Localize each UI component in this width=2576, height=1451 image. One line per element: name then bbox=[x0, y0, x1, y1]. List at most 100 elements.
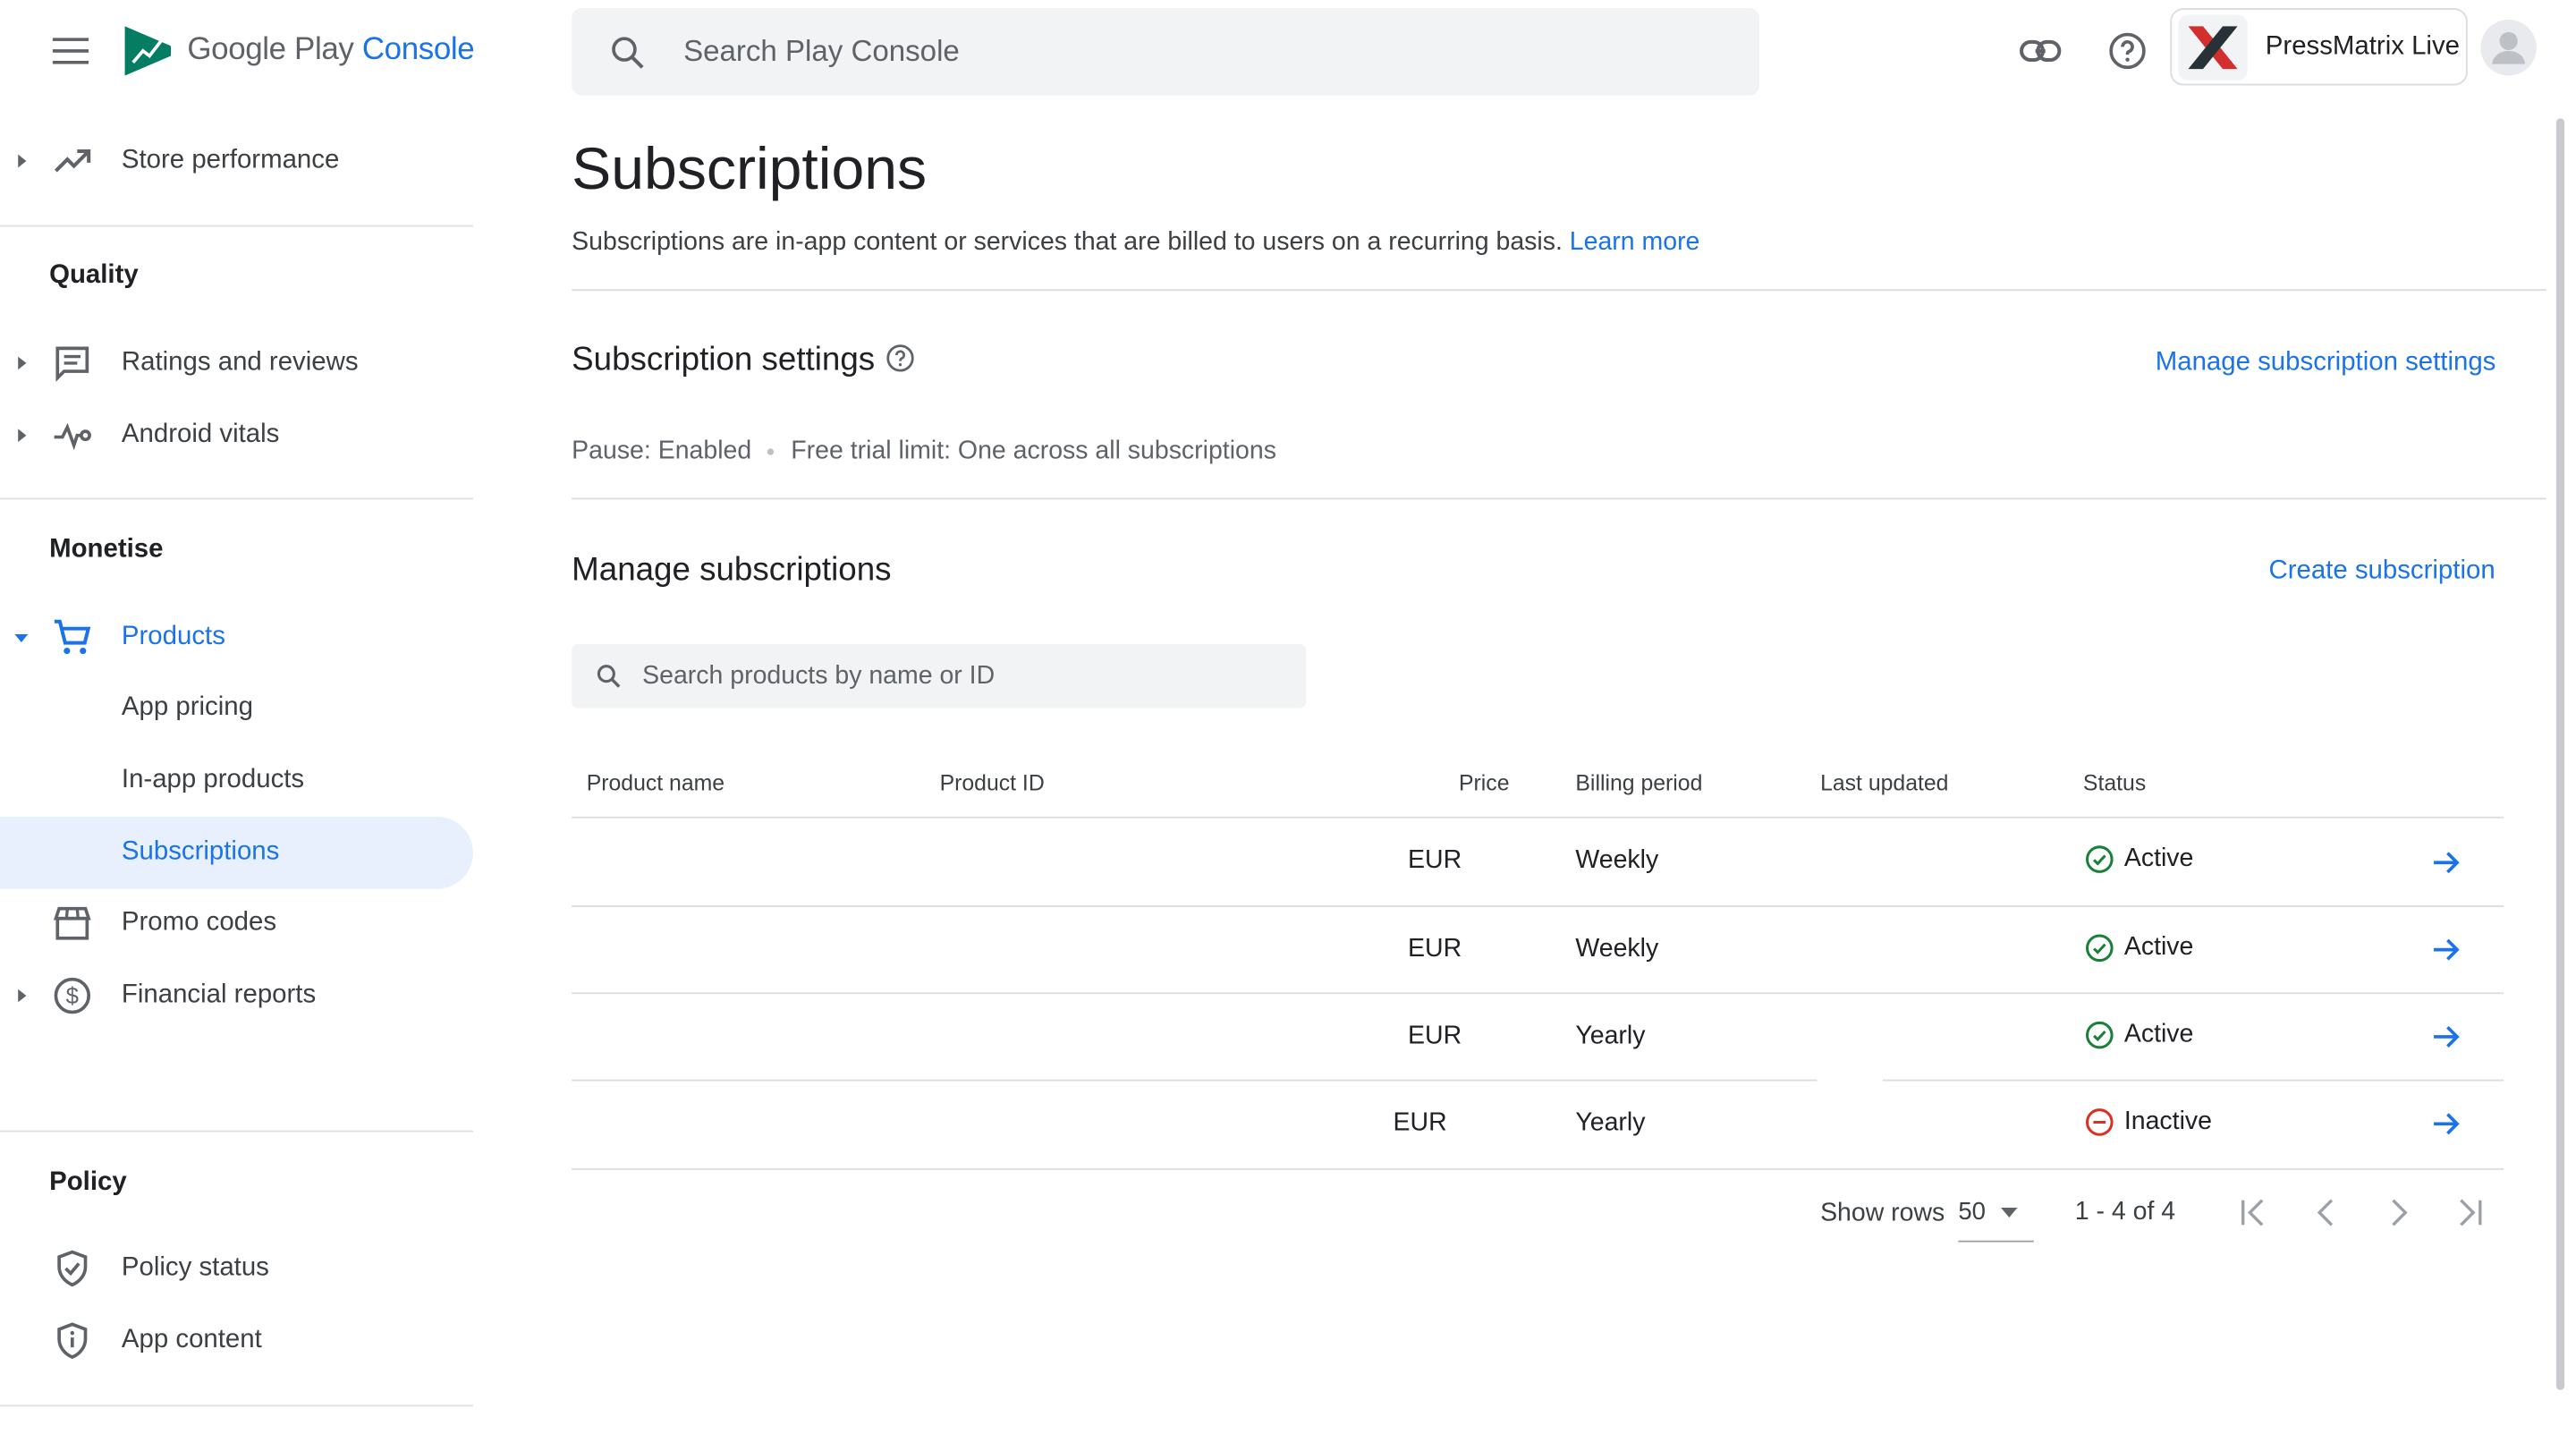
sidebar-item-android-vitals[interactable]: Android vitals bbox=[0, 399, 473, 471]
row-divider bbox=[1882, 1079, 2504, 1082]
previous-page-button[interactable] bbox=[2307, 1192, 2346, 1232]
search-icon bbox=[597, 665, 621, 688]
chevron-right-icon bbox=[2392, 1199, 2408, 1226]
dot-separator bbox=[767, 448, 775, 455]
main-menu-button[interactable] bbox=[49, 30, 92, 72]
status-label: Active bbox=[2123, 933, 2194, 962]
dollar-circle-icon: $ bbox=[51, 974, 94, 1017]
expand-right-icon bbox=[18, 154, 27, 168]
sidebar-item-policy-status[interactable]: Policy status bbox=[0, 1233, 473, 1305]
learn-more-link[interactable]: Learn more bbox=[1570, 228, 1700, 256]
cell-price: EUR bbox=[1408, 1022, 1462, 1050]
page-description: Subscriptions are in-app content or serv… bbox=[572, 228, 1699, 258]
sidebar-divider bbox=[0, 497, 473, 500]
console-search-input[interactable]: Search Play Console bbox=[572, 8, 1760, 96]
expand-right-icon bbox=[18, 356, 27, 370]
check-circle-icon bbox=[2086, 1021, 2114, 1049]
sidebar-item-label: Subscriptions bbox=[121, 837, 280, 866]
cell-billing-period: Yearly bbox=[1575, 1022, 1646, 1050]
account-name: PressMatrix Live bbox=[2265, 31, 2460, 61]
row-divider bbox=[572, 1079, 1818, 1082]
next-page-button[interactable] bbox=[2379, 1192, 2419, 1232]
account-switcher[interactable]: PressMatrix Live bbox=[2170, 8, 2468, 86]
open-row-button[interactable] bbox=[2428, 1019, 2464, 1055]
sidebar-item-label: Store performance bbox=[121, 146, 340, 174]
cell-price: EUR bbox=[1408, 935, 1462, 963]
table-header-divider bbox=[572, 816, 2504, 819]
column-header-status[interactable]: Status bbox=[2083, 770, 2146, 795]
product-search-input[interactable]: Search products by name or ID bbox=[572, 643, 1307, 709]
manage-subscriptions-heading: Manage subscriptions bbox=[572, 552, 892, 589]
pressmatrix-logo bbox=[2178, 13, 2248, 81]
link-button[interactable] bbox=[2017, 28, 2063, 73]
page-scrollbar[interactable] bbox=[2555, 118, 2565, 1390]
free-trial-setting: Free trial limit: One across all subscri… bbox=[791, 437, 1276, 465]
logo-console-word: Console bbox=[361, 32, 475, 68]
trending-up-icon bbox=[51, 140, 94, 182]
column-header-product-id[interactable]: Product ID bbox=[940, 770, 1045, 795]
expand-right-icon bbox=[18, 429, 27, 443]
search-icon bbox=[612, 36, 644, 68]
sidebar-item-app-pricing[interactable]: App pricing bbox=[0, 672, 473, 744]
expand-down-icon bbox=[14, 633, 29, 643]
subscription-settings-summary: Pause: Enabled Free trial limit: One acro… bbox=[572, 437, 1276, 467]
cell-billing-period: Yearly bbox=[1575, 1108, 1646, 1137]
block-icon bbox=[2086, 1108, 2114, 1136]
play-console-logo[interactable]: Google Play Console bbox=[122, 23, 475, 79]
sidebar-item-label: Products bbox=[121, 623, 225, 651]
link-icon bbox=[2020, 39, 2062, 63]
play-console-logo-icon bbox=[124, 26, 172, 76]
sidebar-item-label: Promo codes bbox=[121, 908, 277, 937]
sidebar-item-financial-reports[interactable]: $ Financial reports bbox=[0, 960, 473, 1032]
subscription-settings-title: Subscription settings bbox=[572, 342, 876, 378]
rows-per-page-select[interactable]: 50 bbox=[1958, 1183, 2034, 1243]
first-page-icon bbox=[2241, 1199, 2264, 1226]
pause-setting: Pause: Enabled bbox=[572, 437, 752, 465]
open-row-button[interactable] bbox=[2428, 844, 2464, 880]
sidebar-section-policy: Policy bbox=[49, 1167, 127, 1197]
column-header-billing-period[interactable]: Billing period bbox=[1575, 770, 1702, 795]
create-subscription-link[interactable]: Create subscription bbox=[2268, 557, 2495, 587]
first-page-button[interactable] bbox=[2234, 1192, 2274, 1232]
shield-info-icon bbox=[51, 1319, 94, 1362]
manage-subscription-settings-link[interactable]: Manage subscription settings bbox=[2156, 348, 2496, 378]
sidebar-item-label: In-app products bbox=[121, 765, 305, 794]
rows-per-page-value: 50 bbox=[1958, 1197, 1986, 1226]
last-page-button[interactable] bbox=[2450, 1192, 2489, 1232]
section-divider bbox=[572, 497, 2546, 500]
user-avatar[interactable] bbox=[2480, 20, 2537, 76]
help-icon bbox=[2109, 32, 2146, 70]
cell-price: EUR bbox=[1393, 1108, 1447, 1137]
cell-billing-period: Weekly bbox=[1575, 935, 1659, 963]
sidebar-item-app-content[interactable]: App content bbox=[0, 1304, 473, 1377]
help-icon[interactable] bbox=[885, 344, 914, 373]
cart-icon bbox=[51, 616, 94, 659]
cell-price: EUR bbox=[1408, 845, 1462, 875]
help-button[interactable] bbox=[2105, 28, 2150, 73]
column-header-price[interactable]: Price bbox=[1459, 770, 1510, 795]
chevron-left-icon bbox=[2317, 1199, 2334, 1226]
open-row-button[interactable] bbox=[2428, 1106, 2464, 1141]
column-header-product-name[interactable]: Product name bbox=[587, 770, 724, 795]
sidebar-item-ratings-reviews[interactable]: Ratings and reviews bbox=[0, 327, 473, 400]
sidebar-item-in-app-products[interactable]: In-app products bbox=[0, 744, 473, 817]
sidebar-item-promo-codes[interactable]: Promo codes bbox=[0, 887, 473, 960]
reviews-icon bbox=[51, 342, 94, 385]
svg-text:$: $ bbox=[66, 984, 79, 1009]
open-row-button[interactable] bbox=[2428, 931, 2464, 967]
sidebar-item-subscriptions[interactable]: Subscriptions bbox=[0, 816, 473, 889]
arrow-right-icon bbox=[2434, 852, 2460, 874]
last-page-icon bbox=[2460, 1199, 2482, 1226]
status-active: Active bbox=[2085, 1021, 2193, 1050]
column-header-last-updated[interactable]: Last updated bbox=[1820, 770, 1948, 795]
section-divider bbox=[572, 289, 2546, 292]
show-rows-label: Show rows bbox=[1820, 1199, 1945, 1228]
logo-text: Google Play Console bbox=[187, 32, 475, 68]
shield-check-icon bbox=[51, 1247, 94, 1290]
dropdown-arrow-icon bbox=[2000, 1207, 2017, 1218]
arrow-right-icon bbox=[2434, 1113, 2460, 1135]
page-description-text: Subscriptions are in-app content or serv… bbox=[572, 228, 1563, 257]
sidebar-item-store-performance[interactable]: Store performance bbox=[0, 125, 473, 198]
status-label: Inactive bbox=[2123, 1107, 2212, 1136]
sidebar-item-products[interactable]: Products bbox=[0, 601, 473, 674]
